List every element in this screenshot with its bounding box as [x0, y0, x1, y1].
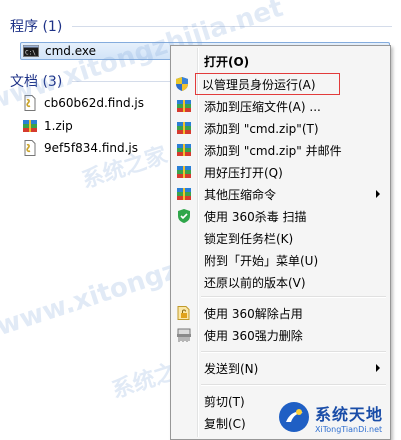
logo-url: XiTongTianDi.net — [315, 424, 383, 434]
svg-text:C:\: C:\ — [25, 50, 36, 57]
programs-section-header: 程序 (1) — [10, 19, 63, 35]
menu-separator — [201, 296, 386, 298]
result-item-doc-1[interactable]: cb60b62d.find.js — [22, 94, 144, 112]
archive-icon — [176, 164, 192, 180]
script-file-icon — [22, 140, 38, 156]
archive-icon — [176, 186, 192, 202]
menu-item-pin-taskbar[interactable]: 锁定到任务栏(K) — [173, 227, 388, 249]
cmd-icon: C:\ — [23, 43, 39, 59]
submenu-arrow-icon — [376, 190, 380, 198]
menu-item-add-to-archive[interactable]: 添加到压缩文件(A) ... — [173, 95, 388, 117]
menu-item-add-to-cmd-zip[interactable]: 添加到 "cmd.zip"(T) — [173, 117, 388, 139]
menu-item-run-as-admin[interactable]: 以管理员身份运行(A) — [176, 73, 340, 95]
shredder-icon — [176, 327, 192, 343]
logo-mark-icon — [277, 400, 311, 434]
archive-icon — [176, 142, 192, 158]
menu-item-restore-versions[interactable]: 还原以前的版本(V) — [173, 271, 388, 293]
menu-separator — [201, 351, 386, 353]
result-item-doc-3[interactable]: 9ef5f834.find.js — [22, 139, 138, 157]
zip-archive-icon — [22, 118, 38, 134]
documents-section-header: 文档 (3) — [10, 74, 63, 90]
uac-shield-icon — [174, 76, 190, 92]
logo-name: 系统天地 — [315, 404, 384, 424]
menu-separator — [201, 384, 386, 386]
archive-icon — [176, 120, 192, 136]
unlock-file-icon — [176, 305, 192, 321]
menu-item-360-force-delete[interactable]: 使用 360强力删除 — [173, 324, 388, 346]
section-divider — [72, 26, 392, 27]
360-shield-icon — [176, 208, 192, 224]
archive-icon — [176, 98, 192, 114]
menu-item-open[interactable]: 打开(O) — [173, 50, 388, 72]
menu-item-pin-start[interactable]: 附到「开始」菜单(U) — [173, 249, 388, 271]
menu-item-send-to[interactable]: 发送到(N) — [173, 357, 388, 379]
menu-item-other-compress[interactable]: 其他压缩命令 — [173, 183, 388, 205]
menu-item-add-to-cmd-zip-email[interactable]: 添加到 "cmd.zip" 并邮件 — [173, 139, 388, 161]
result-item-label: cmd.exe — [45, 44, 97, 58]
script-file-icon — [22, 95, 38, 111]
result-item-label: 9ef5f834.find.js — [44, 141, 139, 155]
result-item-label: 1.zip — [44, 119, 73, 133]
menu-item-360-unlock[interactable]: 使用 360解除占用 — [173, 302, 388, 324]
menu-item-open-with-haozip[interactable]: 用好压打开(Q) — [173, 161, 388, 183]
site-logo: 系统天地 XiTongTianDi.net — [277, 398, 397, 436]
menu-item-360-scan[interactable]: 使用 360杀毒 扫描 — [173, 205, 388, 227]
submenu-arrow-icon — [376, 364, 380, 372]
context-menu: 打开(O) 以管理员身份运行(A) 添加到压缩文件(A) ... 添加到 "cm… — [170, 45, 391, 440]
section-divider — [72, 81, 172, 82]
result-item-label: cb60b62d.find.js — [44, 96, 144, 110]
result-item-doc-2[interactable]: 1.zip — [22, 117, 73, 135]
